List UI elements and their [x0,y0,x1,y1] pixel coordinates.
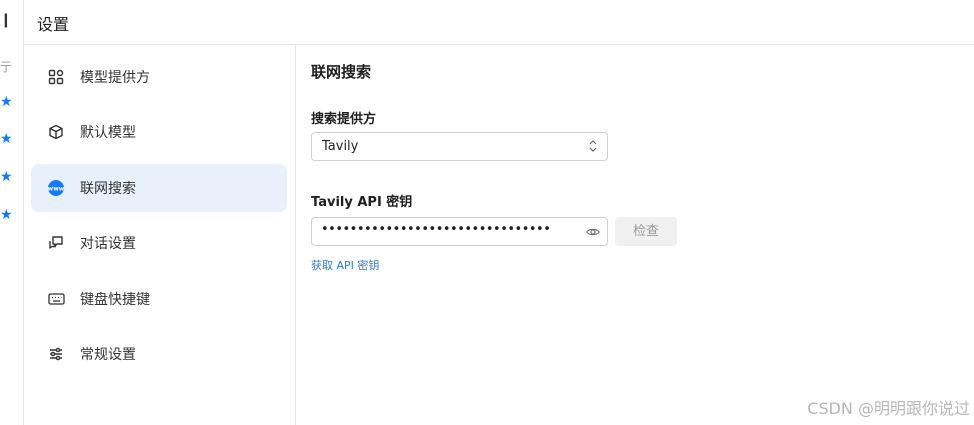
sidebar-item-label: 默认模型 [80,125,136,141]
sidebar-item-label: 对话设置 [80,236,136,252]
globe-www-icon: www [47,179,65,197]
settings-sidebar: 模型提供方 默认模型 www 联网搜索 对话设置 键盘快捷键 常规设置 [24,45,296,425]
api-key-input[interactable]: •••••••••••••••••••••••••••••••••••••••• [311,217,608,246]
sidebar-item-chat-settings[interactable]: 对话设置 [31,219,287,267]
chat-settings-icon [47,234,65,252]
sidebar-item-label: 联网搜索 [80,181,136,197]
keyboard-icon [47,290,65,308]
eye-icon[interactable] [586,225,600,239]
left-panel-edge: ❙ 亍 ★ ★ ★ ★ [0,0,23,425]
star-icon[interactable]: ★ [0,95,13,109]
get-api-key-link[interactable]: 获取 API 密钥 [311,257,379,273]
section-title: 联网搜索 [311,63,372,81]
edge-glyph: ❙ [0,12,12,28]
sidebar-item-model-providers[interactable]: 模型提供方 [31,53,287,101]
cube-icon [47,123,65,141]
provider-label: 搜索提供方 [311,112,377,127]
api-key-label: Tavily API 密钥 [311,195,413,210]
provider-select-value: Tavily [322,139,359,154]
provider-select[interactable]: Tavily [311,132,608,161]
star-icon[interactable]: ★ [0,208,13,222]
sidebar-item-label: 模型提供方 [80,70,150,86]
sidebar-item-general-settings[interactable]: 常规设置 [31,330,287,378]
sidebar-item-web-search[interactable]: www 联网搜索 [31,164,287,212]
sidebar-item-label: 键盘快捷键 [80,292,150,308]
star-icon[interactable]: ★ [0,132,13,146]
edge-text-fragment: 亍 [0,60,13,74]
grid-icon [47,68,65,86]
page-title: 设置 [37,15,70,34]
check-button[interactable]: 检查 [615,217,677,246]
sliders-icon [47,345,65,363]
sidebar-item-label: 常规设置 [80,347,136,363]
chevron-up-down-icon [589,139,597,153]
sidebar-item-default-model[interactable]: 默认模型 [31,108,287,156]
settings-header: 设置 [24,0,974,45]
sidebar-item-keyboard-shortcuts[interactable]: 键盘快捷键 [31,275,287,323]
api-key-masked-value: •••••••••••••••••••••••••••••••••••••••• [321,222,551,237]
star-icon[interactable]: ★ [0,170,13,184]
watermark: CSDN @明明跟你说过 [807,399,970,418]
web-search-settings-panel: 联网搜索 搜索提供方 Tavily Tavily API 密钥 ••••••••… [296,45,974,425]
svg-text:www: www [48,186,65,193]
